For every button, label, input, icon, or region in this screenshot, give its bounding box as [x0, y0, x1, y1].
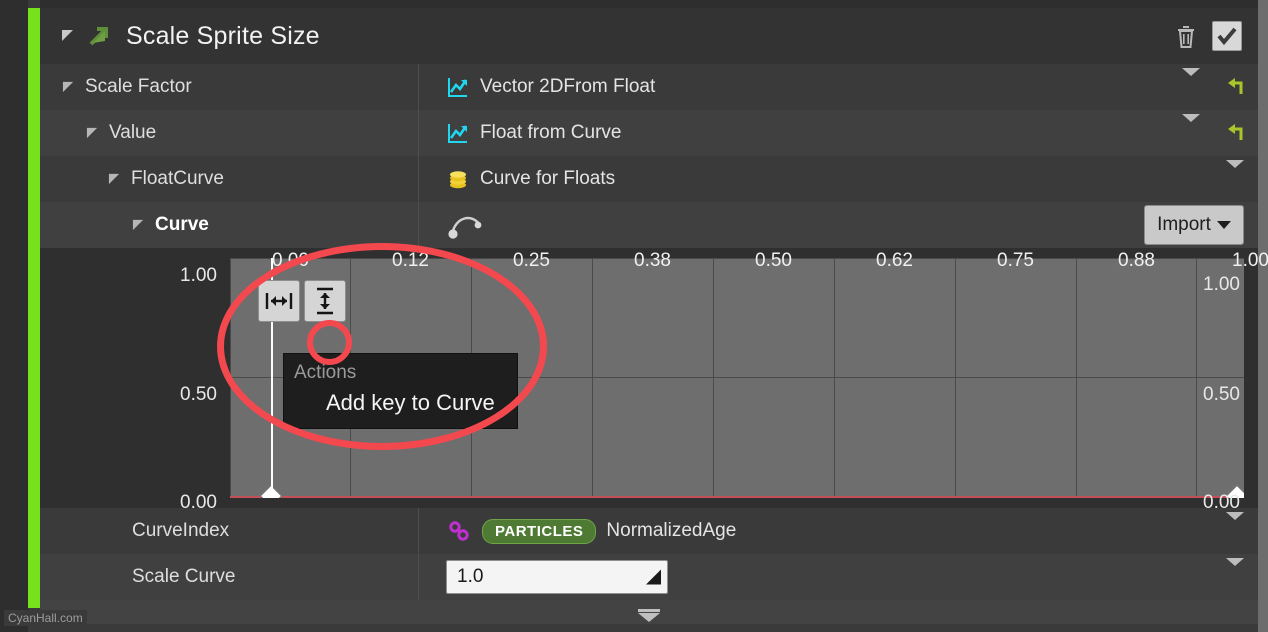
link-chain-icon — [446, 518, 472, 544]
row-label-cell: Value — [40, 110, 418, 156]
expand-triangle-icon[interactable] — [132, 219, 145, 232]
status-badge: PARTICLES — [482, 518, 597, 544]
scale-curve-value: 1.0 — [457, 566, 484, 587]
row-label-cell: CurveIndex — [40, 508, 418, 554]
reset-to-default-icon[interactable] — [1224, 76, 1246, 98]
chevron-down-icon[interactable] — [1182, 114, 1200, 144]
page-title: Scale Sprite Size — [126, 21, 320, 50]
row-label: Scale Curve — [132, 566, 236, 587]
curve-chart-icon — [446, 75, 470, 99]
row-value-cell[interactable]: Curve for Floats — [418, 156, 1258, 202]
expand-corner-icon[interactable] — [646, 569, 661, 585]
chevron-down-icon — [1216, 221, 1231, 229]
right-scrollbar[interactable] — [1258, 0, 1268, 632]
property-row-curveindex[interactable]: CurveIndex PARTICLES NormalizedAge — [40, 508, 1258, 554]
row-label-cell: Scale Factor — [40, 64, 418, 110]
enabled-checkbox[interactable] — [1212, 21, 1242, 51]
y-axis-tick: 1.00 — [180, 265, 217, 286]
row-label-cell: FloatCurve — [40, 156, 418, 202]
stacked-coins-icon — [446, 167, 470, 191]
reset-to-default-icon[interactable] — [1224, 122, 1246, 144]
row-value: Curve for Floats — [480, 168, 616, 189]
curve-path — [230, 496, 1244, 498]
module-header[interactable]: Scale Sprite Size — [40, 8, 1258, 64]
y-axis-tick: 0.50 — [180, 384, 217, 405]
import-button-label: Import — [1157, 214, 1211, 235]
chevron-down-icon[interactable] — [1226, 160, 1244, 190]
expand-triangle-icon[interactable] — [60, 29, 76, 43]
x-axis-tick: 0.38 — [634, 250, 671, 271]
row-label: Curve — [155, 214, 209, 235]
panel-footer[interactable] — [40, 600, 1258, 624]
menu-item-add-key[interactable]: Add key to Curve — [284, 386, 517, 428]
chevron-down-icon[interactable] — [1226, 558, 1244, 588]
x-axis-tick: 0.00 — [272, 250, 309, 271]
property-row-value[interactable]: Value Float from Curve — [40, 110, 1258, 156]
expand-triangle-icon[interactable] — [62, 81, 75, 94]
fit-horizontal-icon[interactable] — [258, 280, 300, 322]
row-value-cell[interactable]: 1.0 — [418, 554, 1258, 600]
trash-icon[interactable] — [1174, 23, 1198, 49]
property-row-floatcurve[interactable]: FloatCurve Curve for Floats — [40, 156, 1258, 202]
y-axis-tick-right: 0.50 — [1203, 384, 1240, 405]
row-label-cell: Curve — [40, 202, 418, 248]
row-label: FloatCurve — [131, 168, 224, 189]
row-value-cell[interactable]: Vector 2DFrom Float — [418, 64, 1258, 110]
property-row-scale-curve[interactable]: Scale Curve 1.0 — [40, 554, 1258, 600]
curve-editor[interactable]: 0.00 0.12 0.25 0.38 0.50 0.62 0.75 0.88 … — [40, 243, 1268, 513]
expand-triangle-icon[interactable] — [86, 127, 99, 140]
x-axis-tick: 0.75 — [997, 250, 1034, 271]
row-label: Scale Factor — [85, 76, 192, 97]
panel-body: Scale Sprite Size Scale Factor Vector 2D… — [40, 8, 1268, 624]
curve-keys-icon — [446, 210, 486, 240]
context-menu[interactable]: Actions Add key to Curve — [283, 353, 518, 429]
row-value-cell[interactable]: PARTICLES NormalizedAge — [418, 508, 1258, 554]
curve-chart-icon — [446, 121, 470, 145]
x-axis-tick: 1.00 — [1232, 250, 1268, 271]
unreal-details-panel: Scale Sprite Size Scale Factor Vector 2D… — [0, 0, 1268, 632]
fit-vertical-icon[interactable] — [304, 280, 346, 322]
row-value: NormalizedAge — [606, 520, 737, 541]
y-axis-tick-right: 1.00 — [1203, 274, 1240, 295]
x-axis-tick: 0.88 — [1118, 250, 1155, 271]
row-value: Vector 2DFrom Float — [480, 76, 656, 97]
x-axis-tick: 0.12 — [392, 250, 429, 271]
expand-triangle-icon[interactable] — [108, 173, 121, 186]
x-axis-tick: 0.50 — [755, 250, 792, 271]
watermark: CyanHall.com — [4, 610, 87, 626]
module-accent-bar — [28, 8, 40, 608]
left-frame — [0, 0, 28, 632]
property-row-curve[interactable]: Curve Import — [40, 202, 1258, 248]
import-button[interactable]: Import — [1144, 205, 1244, 245]
context-menu-header: Actions — [294, 362, 357, 383]
row-label: CurveIndex — [132, 520, 230, 541]
property-row-scale-factor[interactable]: Scale Factor Vector 2DFrom Float — [40, 64, 1258, 110]
chevron-down-icon[interactable] — [1226, 512, 1244, 542]
row-label-cell: Scale Curve — [40, 554, 418, 600]
green-arrow-icon — [86, 23, 112, 49]
row-value-cell[interactable]: Float from Curve — [418, 110, 1258, 156]
scale-curve-input[interactable]: 1.0 — [446, 560, 668, 594]
row-value: Float from Curve — [480, 122, 622, 143]
x-axis-tick: 0.62 — [876, 250, 913, 271]
row-value-cell — [418, 202, 1258, 248]
collapse-chevron-icon[interactable] — [637, 605, 661, 622]
header-actions — [1174, 21, 1258, 51]
x-axis-tick: 0.25 — [513, 250, 550, 271]
chevron-down-icon[interactable] — [1182, 68, 1200, 98]
top-frame — [40, 0, 1258, 8]
row-label: Value — [109, 122, 157, 143]
